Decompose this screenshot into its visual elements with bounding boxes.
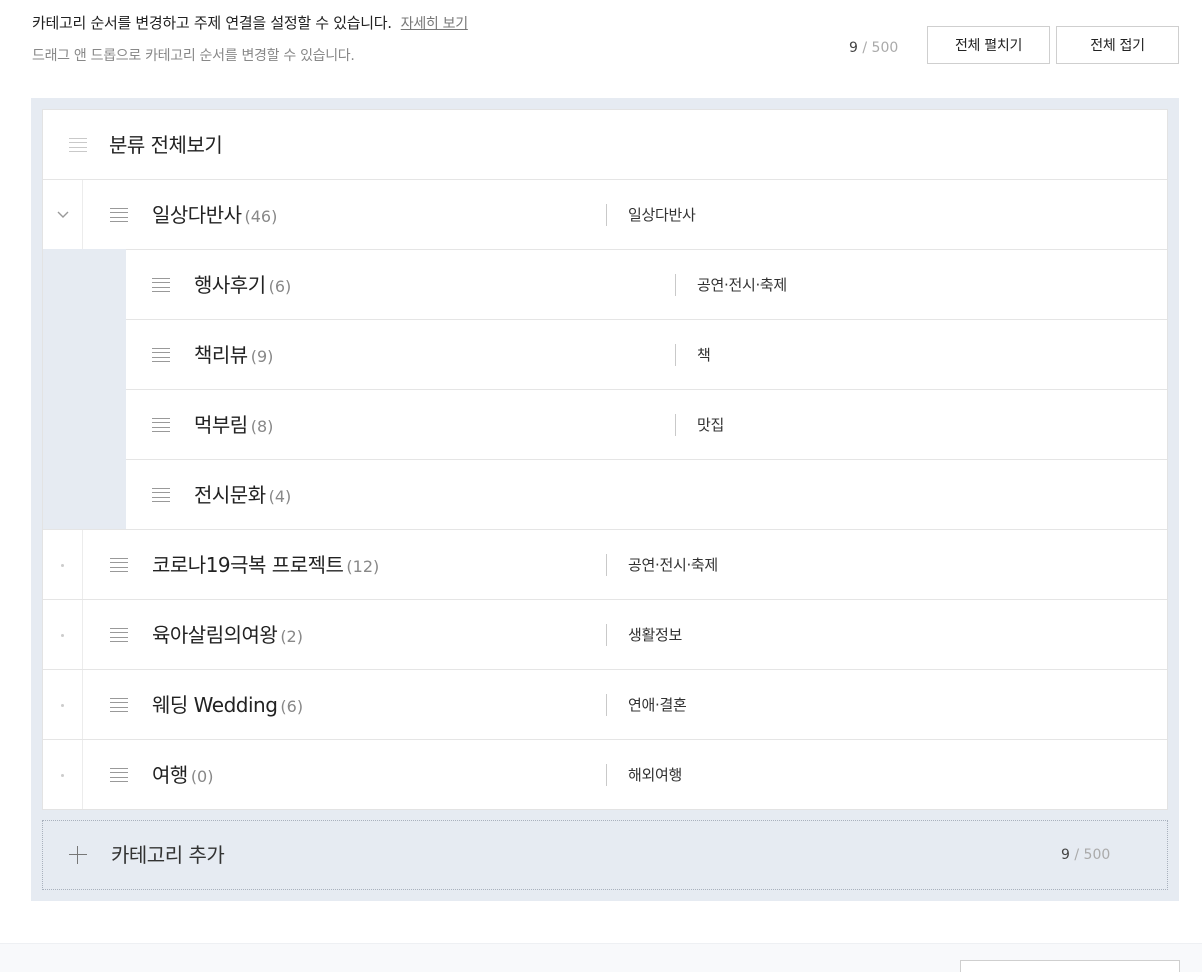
category-counter: 9 / 500 [849,40,898,56]
post-count: (46) [244,207,278,226]
topic-link[interactable]: 책 [697,320,711,390]
topic-divider [675,274,676,296]
post-count: (6) [280,697,304,716]
drag-handle-icon[interactable] [110,768,128,782]
drag-hint: 드래그 앤 드롭으로 카테고리 순서를 변경할 수 있습니다. [32,48,355,64]
topic-link[interactable]: 공연·전시·축제 [697,250,787,320]
subcategory-row[interactable]: 전시문화 (4) [43,459,1167,530]
category-root-label: 분류 전체보기 [109,133,223,157]
plus-icon [69,846,87,864]
post-count: (6) [268,277,292,296]
bullet-dot-icon [61,564,64,567]
counter-current: 9 [849,40,858,56]
post-count: (0) [190,767,214,786]
footer-button[interactable] [960,960,1180,972]
category-root-row[interactable]: 분류 전체보기 [43,110,1167,179]
bullet-dot-icon [61,774,64,777]
category-panel: 분류 전체보기 일상다반사 (46) 일상다반사 행사후기 (6) 공연·전시·축제… [31,98,1179,901]
topic-divider [606,554,607,576]
category-name: 웨딩 Wedding (6) [152,670,303,740]
category-name-text: 일상다반사 [152,203,242,227]
category-name: 일상다반사 (46) [152,180,277,250]
category-row[interactable]: 코로나19극복 프로젝트 (12) 공연·전시·축제 [43,529,1167,599]
category-name-text: 코로나19극복 프로젝트 [152,553,344,577]
drag-handle-icon[interactable] [110,558,128,572]
subcategory-row[interactable]: 책리뷰 (9) 책 [43,319,1167,390]
chevron-down-icon[interactable] [57,208,69,220]
add-category-button[interactable]: 카테고리 추가 9 / 500 [42,820,1168,890]
subcategory-name-text: 먹부림 [194,413,248,437]
category-row[interactable]: 육아살림의여왕 (2) 생활정보 [43,599,1167,669]
bullet-dot-icon [61,634,64,637]
expand-all-button[interactable]: 전체 펼치기 [927,26,1050,64]
topic-divider [606,624,607,646]
topic-divider [606,204,607,226]
subcategory-name-text: 책리뷰 [194,343,248,367]
drag-handle-icon[interactable] [110,698,128,712]
topic-link[interactable]: 공연·전시·축제 [628,530,718,600]
topic-link[interactable]: 일상다반사 [628,180,696,250]
drag-handle-icon[interactable] [110,628,128,642]
subcategory-name: 책리뷰 (9) [194,320,273,390]
subcategory-row[interactable]: 행사후기 (6) 공연·전시·축제 [43,249,1167,320]
post-count: (4) [268,487,292,506]
topic-link[interactable]: 생활정보 [628,600,682,670]
subcategory-name: 먹부림 (8) [194,390,273,460]
topic-divider [675,414,676,436]
bullet-dot-icon [61,704,64,707]
post-count: (2) [280,627,303,646]
category-name-text: 육아살림의여왕 [152,623,278,647]
category-row[interactable]: 웨딩 Wedding (6) 연애·결혼 [43,669,1167,739]
topic-link[interactable]: 연애·결혼 [628,670,687,740]
more-link[interactable]: 자세히 보기 [401,16,468,32]
topic-divider [606,694,607,716]
drag-handle-icon[interactable] [152,348,170,362]
category-name: 코로나19극복 프로젝트 (12) [152,530,379,600]
post-count: (8) [250,417,274,436]
topic-link[interactable]: 맛집 [697,390,724,460]
indent-area [43,389,126,460]
indent-area [43,249,126,320]
counter-separator: / [862,40,868,56]
drag-handle-icon[interactable] [69,138,87,152]
category-name: 육아살림의여왕 (2) [152,600,303,670]
category-name-text: 웨딩 Wedding [152,693,278,717]
category-name: 여행 (0) [152,740,213,810]
drag-handle-icon[interactable] [110,208,128,222]
indent-area [43,319,126,390]
drag-handle-icon[interactable] [152,278,170,292]
header: 카테고리 순서를 변경하고 주제 연결을 설정할 수 있습니다. 자세히 보기 드… [32,0,1180,98]
add-category-counter: 9 / 500 [1061,847,1110,863]
indent-area [43,459,126,530]
category-row[interactable]: 여행 (0) 해외여행 [43,739,1167,809]
category-row[interactable]: 일상다반사 (46) 일상다반사 [43,179,1167,249]
counter-separator: / [1074,847,1080,863]
topic-link[interactable]: 해외여행 [628,740,682,810]
footer-bar [0,943,1202,972]
description-text: 카테고리 순서를 변경하고 주제 연결을 설정할 수 있습니다. [32,14,392,32]
subcategory-name-text: 전시문화 [194,483,266,507]
category-tree: 분류 전체보기 일상다반사 (46) 일상다반사 행사후기 (6) 공연·전시·축제… [42,109,1168,810]
category-name-text: 여행 [152,763,188,787]
collapse-all-button[interactable]: 전체 접기 [1056,26,1179,64]
add-category-label: 카테고리 추가 [111,843,225,867]
topic-divider [606,764,607,786]
topic-divider [675,344,676,366]
counter-max: 500 [1083,847,1111,863]
subcategory-name: 행사후기 (6) [194,250,291,320]
drag-handle-icon[interactable] [152,418,170,432]
subcategory-row[interactable]: 먹부림 (8) 맛집 [43,389,1167,460]
subcategory-name-text: 행사후기 [194,273,266,297]
counter-current: 9 [1061,847,1070,863]
subcategory-name: 전시문화 (4) [194,460,291,530]
counter-max: 500 [871,40,899,56]
description: 카테고리 순서를 변경하고 주제 연결을 설정할 수 있습니다. 자세히 보기 [32,12,468,33]
post-count: (12) [346,557,380,576]
post-count: (9) [250,347,274,366]
drag-handle-icon[interactable] [152,488,170,502]
